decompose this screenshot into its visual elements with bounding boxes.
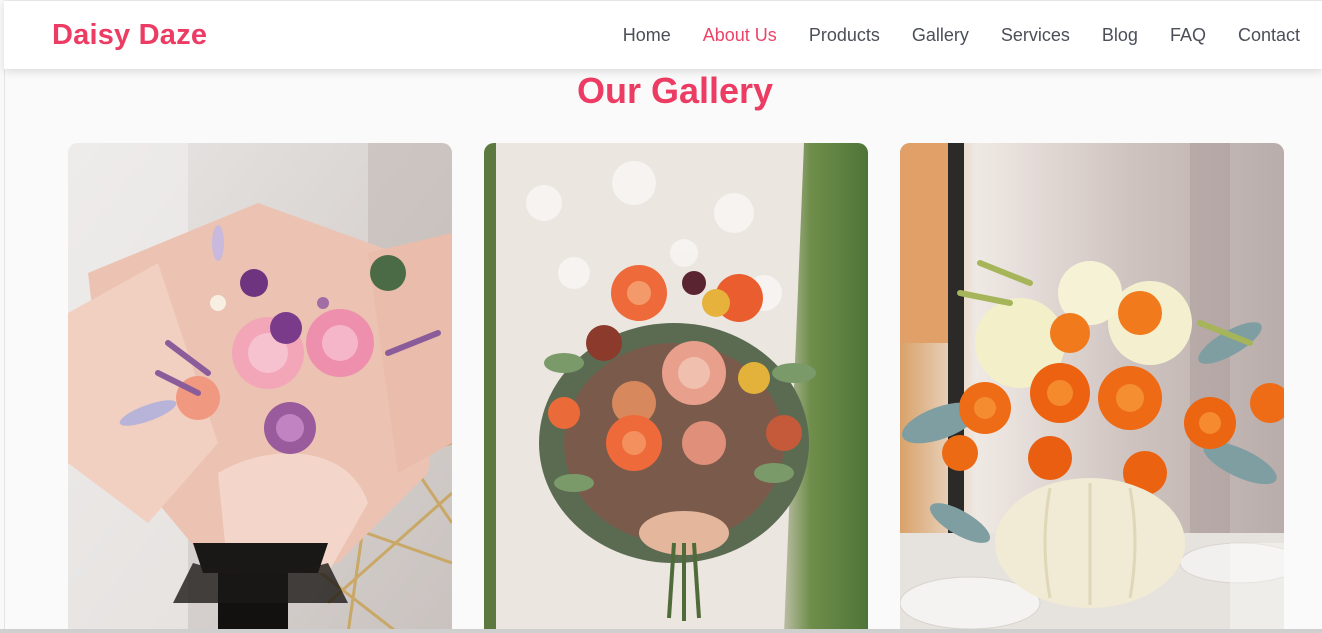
nav-products[interactable]: Products — [809, 25, 880, 46]
nav-contact[interactable]: Contact — [1238, 25, 1300, 46]
nav-home[interactable]: Home — [623, 25, 671, 46]
nav-faq[interactable]: FAQ — [1170, 25, 1206, 46]
nav-blog[interactable]: Blog — [1102, 25, 1138, 46]
brand-logo[interactable]: Daisy Daze — [52, 19, 207, 52]
gallery-image-pink-bouquet[interactable] — [68, 143, 452, 633]
site-header: Daisy Daze Home About Us Products Galler… — [4, 0, 1322, 69]
pumpkin-centerpiece-image — [900, 143, 1284, 633]
gallery-title: Our Gallery — [576, 70, 774, 111]
gallery-image-pumpkin-centerpiece[interactable] — [900, 143, 1284, 633]
nav-services[interactable]: Services — [1001, 25, 1070, 46]
horizontal-scrollbar[interactable] — [0, 629, 1322, 633]
pink-bouquet-image — [68, 143, 452, 633]
main-nav: Home About Us Products Gallery Services … — [591, 25, 1300, 46]
nav-gallery[interactable]: Gallery — [912, 25, 969, 46]
nav-about-us[interactable]: About Us — [703, 25, 777, 46]
gallery-image-bridal-bouquet[interactable] — [484, 143, 868, 633]
bridal-bouquet-image — [484, 143, 868, 633]
